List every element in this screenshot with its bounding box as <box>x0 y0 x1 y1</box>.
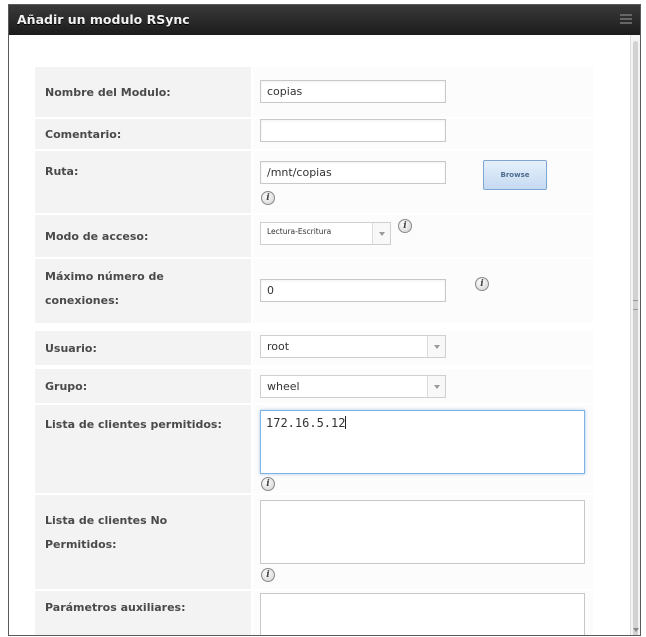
label-nombre-modulo: Nombre del Modulo: <box>35 67 251 117</box>
denied-hosts-textarea[interactable] <box>260 500 585 564</box>
group-value: wheel <box>267 380 300 393</box>
group-select[interactable]: wheel <box>260 375 446 398</box>
label-permitidos-text: Lista de clientes permitidos: <box>45 418 222 431</box>
path-input[interactable]: /mnt/copias <box>260 161 446 184</box>
info-icon[interactable]: i <box>475 277 489 291</box>
info-icon-glyph: i <box>266 193 270 203</box>
allowed-hosts-value: 172.16.5.12 <box>266 416 346 430</box>
chevron-down-icon[interactable] <box>427 376 445 397</box>
scrollbar-thumb[interactable] <box>633 41 638 635</box>
label-grupo-text: Grupo: <box>45 379 88 393</box>
scrollbar-grip-icon <box>633 300 638 310</box>
label-comentario: Comentario: <box>35 119 251 149</box>
rsync-module-dialog: Añadir un modulo RSync Nombre del Modulo… <box>8 4 641 636</box>
max-connections-value: 0 <box>267 284 274 297</box>
module-name-value: copias <box>267 85 303 98</box>
aux-params-textarea[interactable] <box>260 593 585 635</box>
max-connections-input[interactable]: 0 <box>260 279 446 302</box>
label-clientes-no-permitidos: Lista de clientes No Permitidos: <box>35 495 251 589</box>
scroll-down-icon[interactable] <box>633 628 639 632</box>
user-select[interactable]: root <box>260 335 446 358</box>
info-icon-glyph: i <box>266 479 270 489</box>
info-icon[interactable]: i <box>398 219 412 233</box>
label-modo-acceso: Modo de acceso: <box>35 215 251 257</box>
text-caret <box>345 416 347 429</box>
info-icon-glyph: i <box>480 279 484 289</box>
label-ruta-text: Ruta: <box>45 164 79 178</box>
info-icon-glyph: i <box>403 221 407 231</box>
label-modo-text: Modo de acceso: <box>45 229 149 243</box>
label-parametros: Parámetros auxiliares: <box>35 591 251 635</box>
dialog-title: Añadir un modulo RSync <box>17 12 190 27</box>
info-icon[interactable]: i <box>261 568 275 582</box>
label-max-conexiones: Máximo número de conexiones: <box>35 259 251 323</box>
vertical-scrollbar[interactable] <box>630 35 640 635</box>
info-icon[interactable]: i <box>261 477 275 491</box>
label-comentario-text: Comentario: <box>45 127 122 141</box>
label-ruta: Ruta: <box>35 151 251 213</box>
label-usuario: Usuario: <box>35 331 251 365</box>
info-icon-glyph: i <box>266 570 270 580</box>
browse-label: Browse <box>500 171 530 179</box>
menu-grip-icon[interactable] <box>620 14 632 24</box>
allowed-hosts-textarea[interactable]: 172.16.5.12 <box>260 410 585 474</box>
chevron-down-icon[interactable] <box>427 336 445 357</box>
label-grupo: Grupo: <box>35 369 251 403</box>
access-mode-select[interactable]: Lectura-Escritura <box>260 222 391 245</box>
browse-button[interactable]: Browse <box>483 160 547 190</box>
label-max-text: Máximo número de conexiones: <box>45 270 164 307</box>
access-mode-value: Lectura-Escritura <box>267 227 332 236</box>
label-nombre-text: Nombre del Modulo: <box>45 85 171 99</box>
dialog-titlebar[interactable]: Añadir un modulo RSync <box>9 5 640 35</box>
chevron-down-icon[interactable] <box>372 223 390 244</box>
label-usuario-text: Usuario: <box>45 341 97 355</box>
comment-input[interactable] <box>260 119 446 142</box>
info-icon[interactable]: i <box>261 191 275 205</box>
label-clientes-permitidos: Lista de clientes permitidos: <box>35 405 251 493</box>
label-parametros-text: Parámetros auxiliares: <box>45 601 186 614</box>
user-value: root <box>267 340 290 353</box>
path-value: /mnt/copias <box>267 166 332 179</box>
label-no-permitidos-text: Lista de clientes No Permitidos: <box>45 514 168 551</box>
module-name-input[interactable]: copias <box>260 80 446 103</box>
